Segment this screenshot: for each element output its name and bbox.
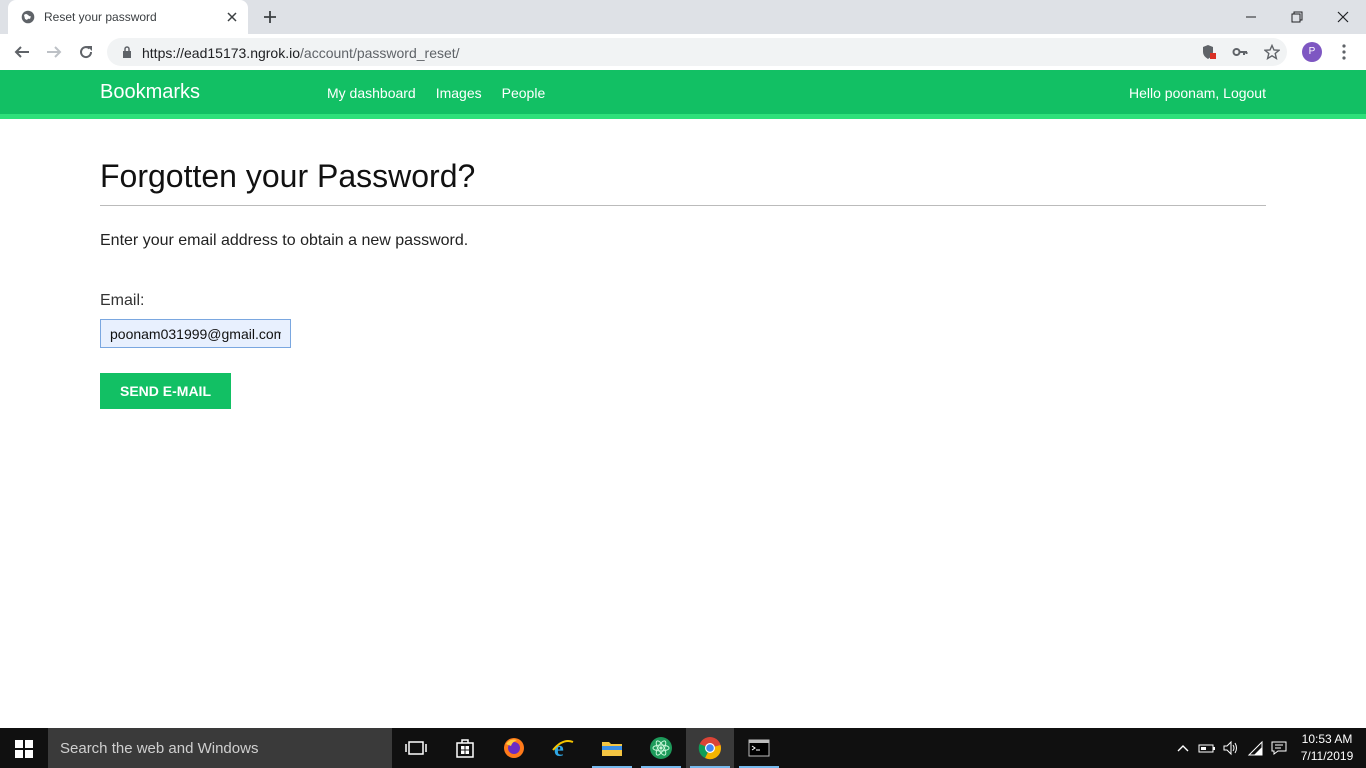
atom-icon xyxy=(650,737,672,759)
send-email-button[interactable]: SEND E-MAIL xyxy=(100,373,231,409)
chrome-icon xyxy=(698,737,721,760)
wifi-icon[interactable] xyxy=(1246,739,1264,757)
user-greeting-logout[interactable]: Hello poonam, Logout xyxy=(1129,85,1266,101)
browser-tab[interactable]: Reset your password xyxy=(8,0,248,34)
new-tab-icon[interactable] xyxy=(261,8,279,26)
close-icon[interactable] xyxy=(224,9,240,25)
star-icon[interactable] xyxy=(1264,44,1280,60)
intro-text: Enter your email address to obtain a new… xyxy=(100,232,469,249)
task-view-button[interactable] xyxy=(392,728,440,768)
back-arrow-icon[interactable] xyxy=(13,43,31,61)
nav-images[interactable]: Images xyxy=(436,85,482,101)
reload-icon[interactable] xyxy=(77,43,95,61)
taskbar-search-placeholder: Search the web and Windows xyxy=(60,740,259,757)
tab-title: Reset your password xyxy=(44,10,157,24)
email-field[interactable] xyxy=(100,319,291,348)
internet-explorer-icon: e xyxy=(552,736,574,760)
minimize-icon[interactable] xyxy=(1240,6,1262,28)
nav-people[interactable]: People xyxy=(502,85,546,101)
main-nav: My dashboard Images People xyxy=(327,85,545,101)
address-bar[interactable]: https://ead15173.ngrok.io/account/passwo… xyxy=(107,38,1287,66)
globe-icon xyxy=(21,10,35,24)
windows-start-icon[interactable] xyxy=(15,740,33,758)
windows-taskbar: Search the web and Windows e 10:53 AM 7/… xyxy=(0,728,1366,768)
kebab-menu-icon[interactable] xyxy=(1342,44,1346,60)
title-divider xyxy=(100,205,1266,206)
atom-app[interactable] xyxy=(637,728,685,768)
task-view-icon xyxy=(405,741,427,755)
profile-avatar[interactable]: P xyxy=(1302,42,1322,62)
lock-icon xyxy=(123,46,131,58)
url-path: /account/password_reset/ xyxy=(300,45,460,61)
shield-blocked-icon[interactable] xyxy=(1201,44,1217,60)
key-icon[interactable] xyxy=(1232,44,1248,60)
forward-arrow-icon[interactable] xyxy=(45,43,63,61)
browser-tabstrip: Reset your password xyxy=(0,0,1366,34)
taskbar-clock[interactable]: 10:53 AM 7/11/2019 xyxy=(1298,731,1356,765)
chevron-up-icon[interactable] xyxy=(1174,739,1192,757)
file-explorer-app[interactable] xyxy=(588,728,636,768)
taskbar-search[interactable]: Search the web and Windows xyxy=(48,728,392,768)
email-label: Email: xyxy=(100,292,145,309)
notification-icon[interactable] xyxy=(1270,739,1288,757)
store-icon xyxy=(456,739,474,758)
battery-icon[interactable] xyxy=(1198,739,1216,757)
clock-date: 7/11/2019 xyxy=(1300,749,1354,763)
store-app[interactable] xyxy=(441,728,489,768)
url-host: https://ead15173.ngrok.io xyxy=(142,45,301,61)
site-logo[interactable]: Bookmarks xyxy=(100,81,200,104)
nav-my-dashboard[interactable]: My dashboard xyxy=(327,85,416,101)
chrome-app[interactable] xyxy=(686,728,734,768)
restore-icon[interactable] xyxy=(1286,6,1308,28)
firefox-app[interactable] xyxy=(490,728,538,768)
command-prompt-app[interactable] xyxy=(735,728,783,768)
window-close-icon[interactable] xyxy=(1332,6,1354,28)
terminal-icon xyxy=(748,739,770,757)
volume-icon[interactable] xyxy=(1222,739,1240,757)
browser-toolbar: https://ead15173.ngrok.io/account/passwo… xyxy=(0,34,1366,70)
internet-explorer-app[interactable]: e xyxy=(539,728,587,768)
page-title: Forgotten your Password? xyxy=(100,158,476,194)
clock-time: 10:53 AM xyxy=(1301,732,1353,746)
folder-icon xyxy=(602,742,622,756)
url-text: https://ead15173.ngrok.io/account/passwo… xyxy=(142,45,460,61)
firefox-icon xyxy=(504,738,524,758)
site-header: Bookmarks My dashboard Images People Hel… xyxy=(0,70,1366,119)
